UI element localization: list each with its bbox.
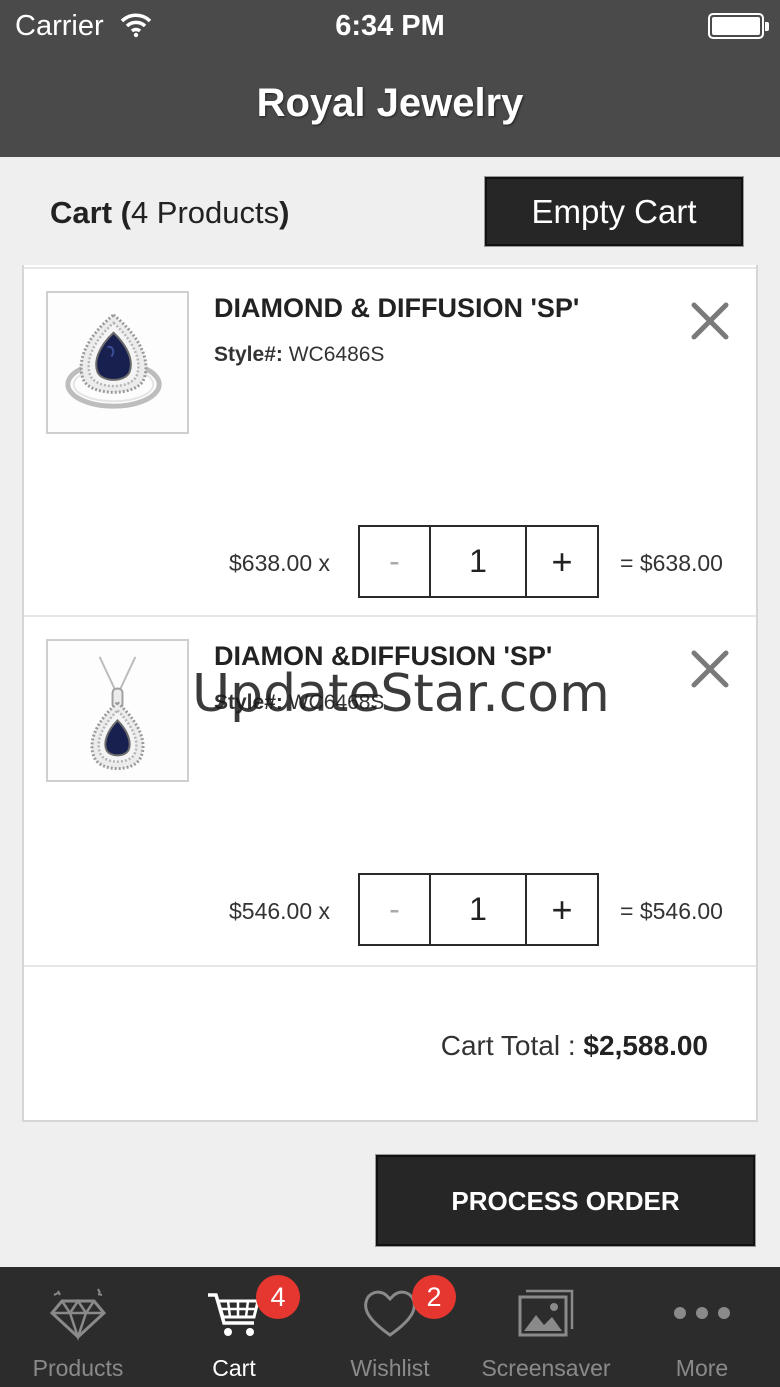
style-number: WC6486S [288, 343, 385, 366]
clock: 6:34 PM [335, 10, 445, 42]
line-total: = $638.00 [620, 550, 723, 576]
battery-icon [708, 13, 769, 39]
tab-screensaver[interactable]: Screensaver [468, 1267, 624, 1387]
tab-label: Products [32, 1355, 124, 1381]
decrement-button[interactable]: - [358, 525, 431, 598]
cart-icon [208, 1293, 260, 1336]
watermark-text: UpdateStar.com [192, 664, 610, 724]
quantity-stepper: - 1 + [358, 525, 602, 598]
remove-item-icon[interactable] [686, 645, 734, 693]
quantity-stepper: - 1 + [358, 873, 602, 946]
tab-more[interactable]: More [624, 1267, 780, 1387]
style-label: Style#: [214, 343, 283, 366]
navigation-bar: Royal Jewelry [0, 55, 780, 157]
cart-heading: Cart (4 Products) [50, 195, 289, 231]
cart-heading-label: Cart ( [50, 195, 131, 230]
product-image-ring[interactable] [46, 291, 189, 434]
product-style: Style#: WC6486S [214, 343, 384, 367]
tab-wishlist[interactable]: 2 Wishlist [312, 1267, 468, 1387]
more-icon [674, 1307, 730, 1319]
wishlist-count-badge: 2 [412, 1275, 456, 1319]
tab-products[interactable]: Products [0, 1267, 156, 1387]
cart-total: Cart Total : $2,588.00 [441, 1030, 708, 1062]
cart-product-count: 4 Products [130, 195, 280, 230]
unit-price: $546.00 x [229, 898, 331, 924]
cart-item: DIAMOND & DIFFUSION 'SP' Style#: WC6486S… [24, 267, 756, 617]
quantity-field[interactable]: 1 [429, 873, 527, 946]
tab-label: Cart [212, 1355, 256, 1381]
process-order-button[interactable]: PROCESS ORDER [376, 1155, 755, 1246]
increment-button[interactable]: + [525, 525, 599, 598]
decrement-button[interactable]: - [358, 873, 431, 946]
line-total: = $546.00 [620, 898, 723, 924]
tab-label: More [675, 1355, 729, 1381]
unit-price: $638.00 x [229, 550, 331, 576]
sapphire-pendant-image [48, 641, 187, 780]
remove-item-icon[interactable] [686, 297, 734, 345]
sapphire-ring-image [48, 293, 187, 432]
cart-total-value: $2,588.00 [583, 1030, 708, 1061]
quantity-field[interactable]: 1 [429, 525, 527, 598]
tab-label: Screensaver [481, 1355, 611, 1381]
diamond-icon [49, 1288, 107, 1341]
cart-total-label: Cart Total : [440, 1030, 584, 1061]
cart-total-row: Cart Total : $2,588.00 [24, 968, 756, 1118]
tab-bar: Products 4 Cart 2 Wishlist Screensaver M… [0, 1267, 780, 1387]
tab-cart[interactable]: 4 Cart [156, 1267, 312, 1387]
cart-heading-close: ) [279, 195, 290, 230]
increment-button[interactable]: + [525, 873, 599, 946]
heart-icon [364, 1290, 416, 1337]
cart-count-badge: 4 [256, 1275, 300, 1319]
empty-cart-button[interactable]: Empty Cart [485, 177, 743, 246]
tab-label: Wishlist [350, 1355, 430, 1381]
picture-icon [518, 1289, 574, 1337]
product-name[interactable]: DIAMOND & DIFFUSION 'SP' [214, 293, 579, 324]
status-bar: Carrier 6:34 PM [0, 0, 780, 55]
product-image-pendant[interactable] [46, 639, 189, 782]
page-title: Royal Jewelry [256, 81, 524, 125]
